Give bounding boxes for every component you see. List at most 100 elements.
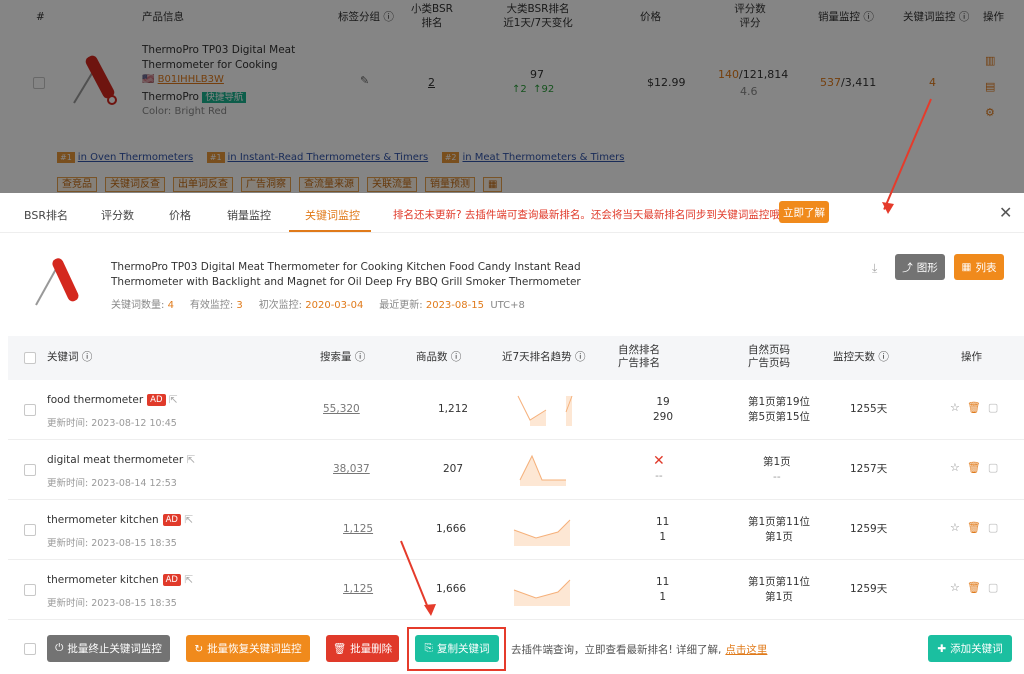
- rank-link: in Instant-Read Thermometers & Timers: [227, 152, 429, 163]
- learn-more-button[interactable]: 立即了解: [779, 201, 829, 223]
- power-icon: ⏻: [55, 642, 64, 654]
- external-link-icon: ⇱: [184, 574, 194, 586]
- search-volume[interactable]: 55,320: [323, 402, 360, 417]
- row-checkbox[interactable]: [24, 584, 36, 596]
- add-keyword-button[interactable]: ✚ 添加关键词: [928, 635, 1012, 662]
- product-full-title: ThermoPro TP03 Digital Meat Thermometer …: [111, 261, 581, 288]
- col-price: 价格: [640, 11, 661, 23]
- tab-bsr[interactable]: BSR排名: [24, 207, 68, 223]
- row-ops[interactable]: ▥ ▤ ⚙: [985, 48, 995, 126]
- search-volume[interactable]: 1,125: [343, 582, 373, 597]
- col-index: #: [36, 11, 45, 23]
- tab-keyword-monitor[interactable]: 关键词监控: [305, 207, 360, 223]
- product-title[interactable]: ThermoPro TP03 Digital Meat Thermometer …: [142, 43, 295, 73]
- trend-sparkline: [513, 519, 571, 546]
- keyword-text[interactable]: digital meat thermometer ⇱: [47, 454, 195, 466]
- calendar-icon: ▦: [483, 177, 503, 192]
- col-ops: 操作: [983, 11, 1004, 23]
- row-checkbox[interactable]: [24, 404, 36, 416]
- row-actions[interactable]: ☆ 🗑 ▢: [950, 581, 998, 594]
- notice-text: 排名还未更新? 去插件端可查询最新排名。还会将当天最新排名同步到关键词监控哦~: [393, 209, 789, 221]
- tool-tags[interactable]: 查竞品 关键词反查 出单词反查 广告洞察 查流量来源 关联流量 销量预测 ▦: [57, 177, 510, 192]
- download-icon[interactable]: ⤓: [872, 261, 877, 276]
- batch-delete-button[interactable]: 🗑 批量删除: [326, 635, 399, 662]
- tab-sales[interactable]: 销量监控: [227, 207, 271, 223]
- table-header: 关键词 ⓘ 搜索量 ⓘ 商品数 ⓘ 近7天排名趋势 ⓘ 自然排名 广告排名 自然页…: [8, 336, 1024, 380]
- row-actions[interactable]: ☆ 🗑 ▢: [950, 401, 998, 414]
- trend-sparkline: [519, 454, 566, 486]
- page-values: 第1页第11位 第1页: [748, 576, 811, 603]
- doc-icon: ▤: [985, 80, 996, 93]
- search-volume[interactable]: 1,125: [343, 522, 373, 537]
- col-sales: 销量监控 ⓘ: [818, 11, 874, 23]
- row-checkbox[interactable]: [24, 464, 36, 476]
- rank-values: 11 1: [656, 516, 670, 543]
- note-icon: ▢: [987, 521, 999, 534]
- note-icon: ▢: [987, 401, 999, 414]
- list-icon: ▦: [961, 261, 972, 273]
- trash-icon: 🗑: [966, 581, 981, 594]
- copy-keywords-button[interactable]: ⎘ 复制关键词: [415, 635, 499, 662]
- page-values: 第1页第19位 第5页第15位: [748, 396, 811, 423]
- th-search-volume: 搜索量 ⓘ: [320, 351, 366, 363]
- select-all-checkbox[interactable]: [24, 352, 36, 364]
- update-time: 更新时间: 2023-08-14 12:53: [47, 478, 177, 489]
- col-tag-group: 标签分组 ⓘ: [338, 11, 394, 23]
- sales-value: 537/3,411: [820, 76, 877, 89]
- trash-icon: 🗑: [966, 401, 981, 414]
- th-rank: 自然排名 广告排名: [618, 344, 660, 369]
- star-icon: ☆: [950, 461, 960, 474]
- th-page: 自然页码 广告页码: [748, 344, 790, 369]
- close-icon[interactable]: ✕: [999, 203, 1012, 222]
- rank-link: in Meat Thermometers & Timers: [462, 152, 625, 163]
- chart-view-button[interactable]: ⤴ 图形: [895, 254, 945, 280]
- monitor-stats: 关键词数量: 4 有效监控: 3 初次监控: 2020-03-04 最近更新: …: [111, 300, 525, 311]
- star-icon: ☆: [950, 401, 960, 414]
- footer-select-all[interactable]: [24, 643, 36, 655]
- row-actions[interactable]: ☆ 🗑 ▢: [950, 461, 998, 474]
- keyword-text[interactable]: food thermometer AD ⇱: [47, 394, 178, 406]
- click-here-link[interactable]: 点击这里: [725, 644, 767, 656]
- search-volume[interactable]: 38,037: [333, 462, 370, 477]
- edit-icon[interactable]: ✎: [360, 74, 369, 87]
- note-icon: ▢: [987, 581, 999, 594]
- ad-badge: AD: [162, 514, 181, 526]
- table-row: thermometer kitchen AD ⇱ 更新时间: 2023-08-15…: [8, 560, 1024, 620]
- trash-icon: 🗑: [966, 461, 981, 474]
- batch-stop-button[interactable]: ⏻ 批量终止关键词监控: [47, 635, 170, 662]
- external-link-icon: ⇱: [168, 394, 178, 406]
- footer-hint: 去插件端查询，立即查看最新排名! 详细了解, 点击这里: [511, 644, 768, 656]
- sub-bsr-value[interactable]: 2: [428, 76, 435, 89]
- th-days: 监控天数 ⓘ: [833, 351, 889, 363]
- list-view-button[interactable]: ▦ 列表: [954, 254, 1004, 280]
- note-icon: ▢: [987, 461, 999, 474]
- product-image: [73, 55, 117, 105]
- monitor-days: 1259天: [850, 583, 888, 595]
- keyword-text[interactable]: thermometer kitchen AD ⇱: [47, 514, 193, 526]
- product-list-background: # 产品信息 标签分组 ⓘ 小类BSR 排名 大类BSR排名 近1天/7天变化 …: [0, 0, 1024, 200]
- product-count: 1,212: [438, 403, 469, 415]
- row-actions[interactable]: ☆ 🗑 ▢: [950, 521, 998, 534]
- big-bsr-value: 97: [530, 68, 544, 81]
- row-checkbox[interactable]: [24, 524, 36, 536]
- th-product-count: 商品数 ⓘ: [416, 351, 462, 363]
- quick-nav-badge: 快捷导航: [202, 92, 247, 103]
- star-icon: ☆: [950, 581, 960, 594]
- monitor-days: 1259天: [850, 523, 888, 535]
- line-chart-icon: ⤴: [902, 261, 913, 274]
- tab-price[interactable]: 价格: [169, 207, 191, 223]
- kw-monitor-count[interactable]: 4: [929, 76, 936, 89]
- product-count: 1,666: [436, 523, 467, 535]
- trash-icon: 🗑: [966, 521, 981, 534]
- asin[interactable]: 🇺🇸 B01IHHLB3W: [142, 74, 224, 85]
- page-values: 第1页 --: [763, 456, 791, 483]
- rank-values: ✕ --: [653, 453, 665, 483]
- trend-sparkline: [513, 579, 571, 606]
- keyword-text[interactable]: thermometer kitchen AD ⇱: [47, 574, 193, 586]
- batch-resume-button[interactable]: ↻ 批量恢复关键词监控: [186, 635, 310, 662]
- rank-values: 11 1: [656, 576, 670, 603]
- row-checkbox[interactable]: [33, 77, 45, 89]
- product-count: 207: [443, 463, 464, 475]
- copy-icon: ⎘: [424, 642, 433, 654]
- tab-ratings[interactable]: 评分数: [101, 207, 134, 223]
